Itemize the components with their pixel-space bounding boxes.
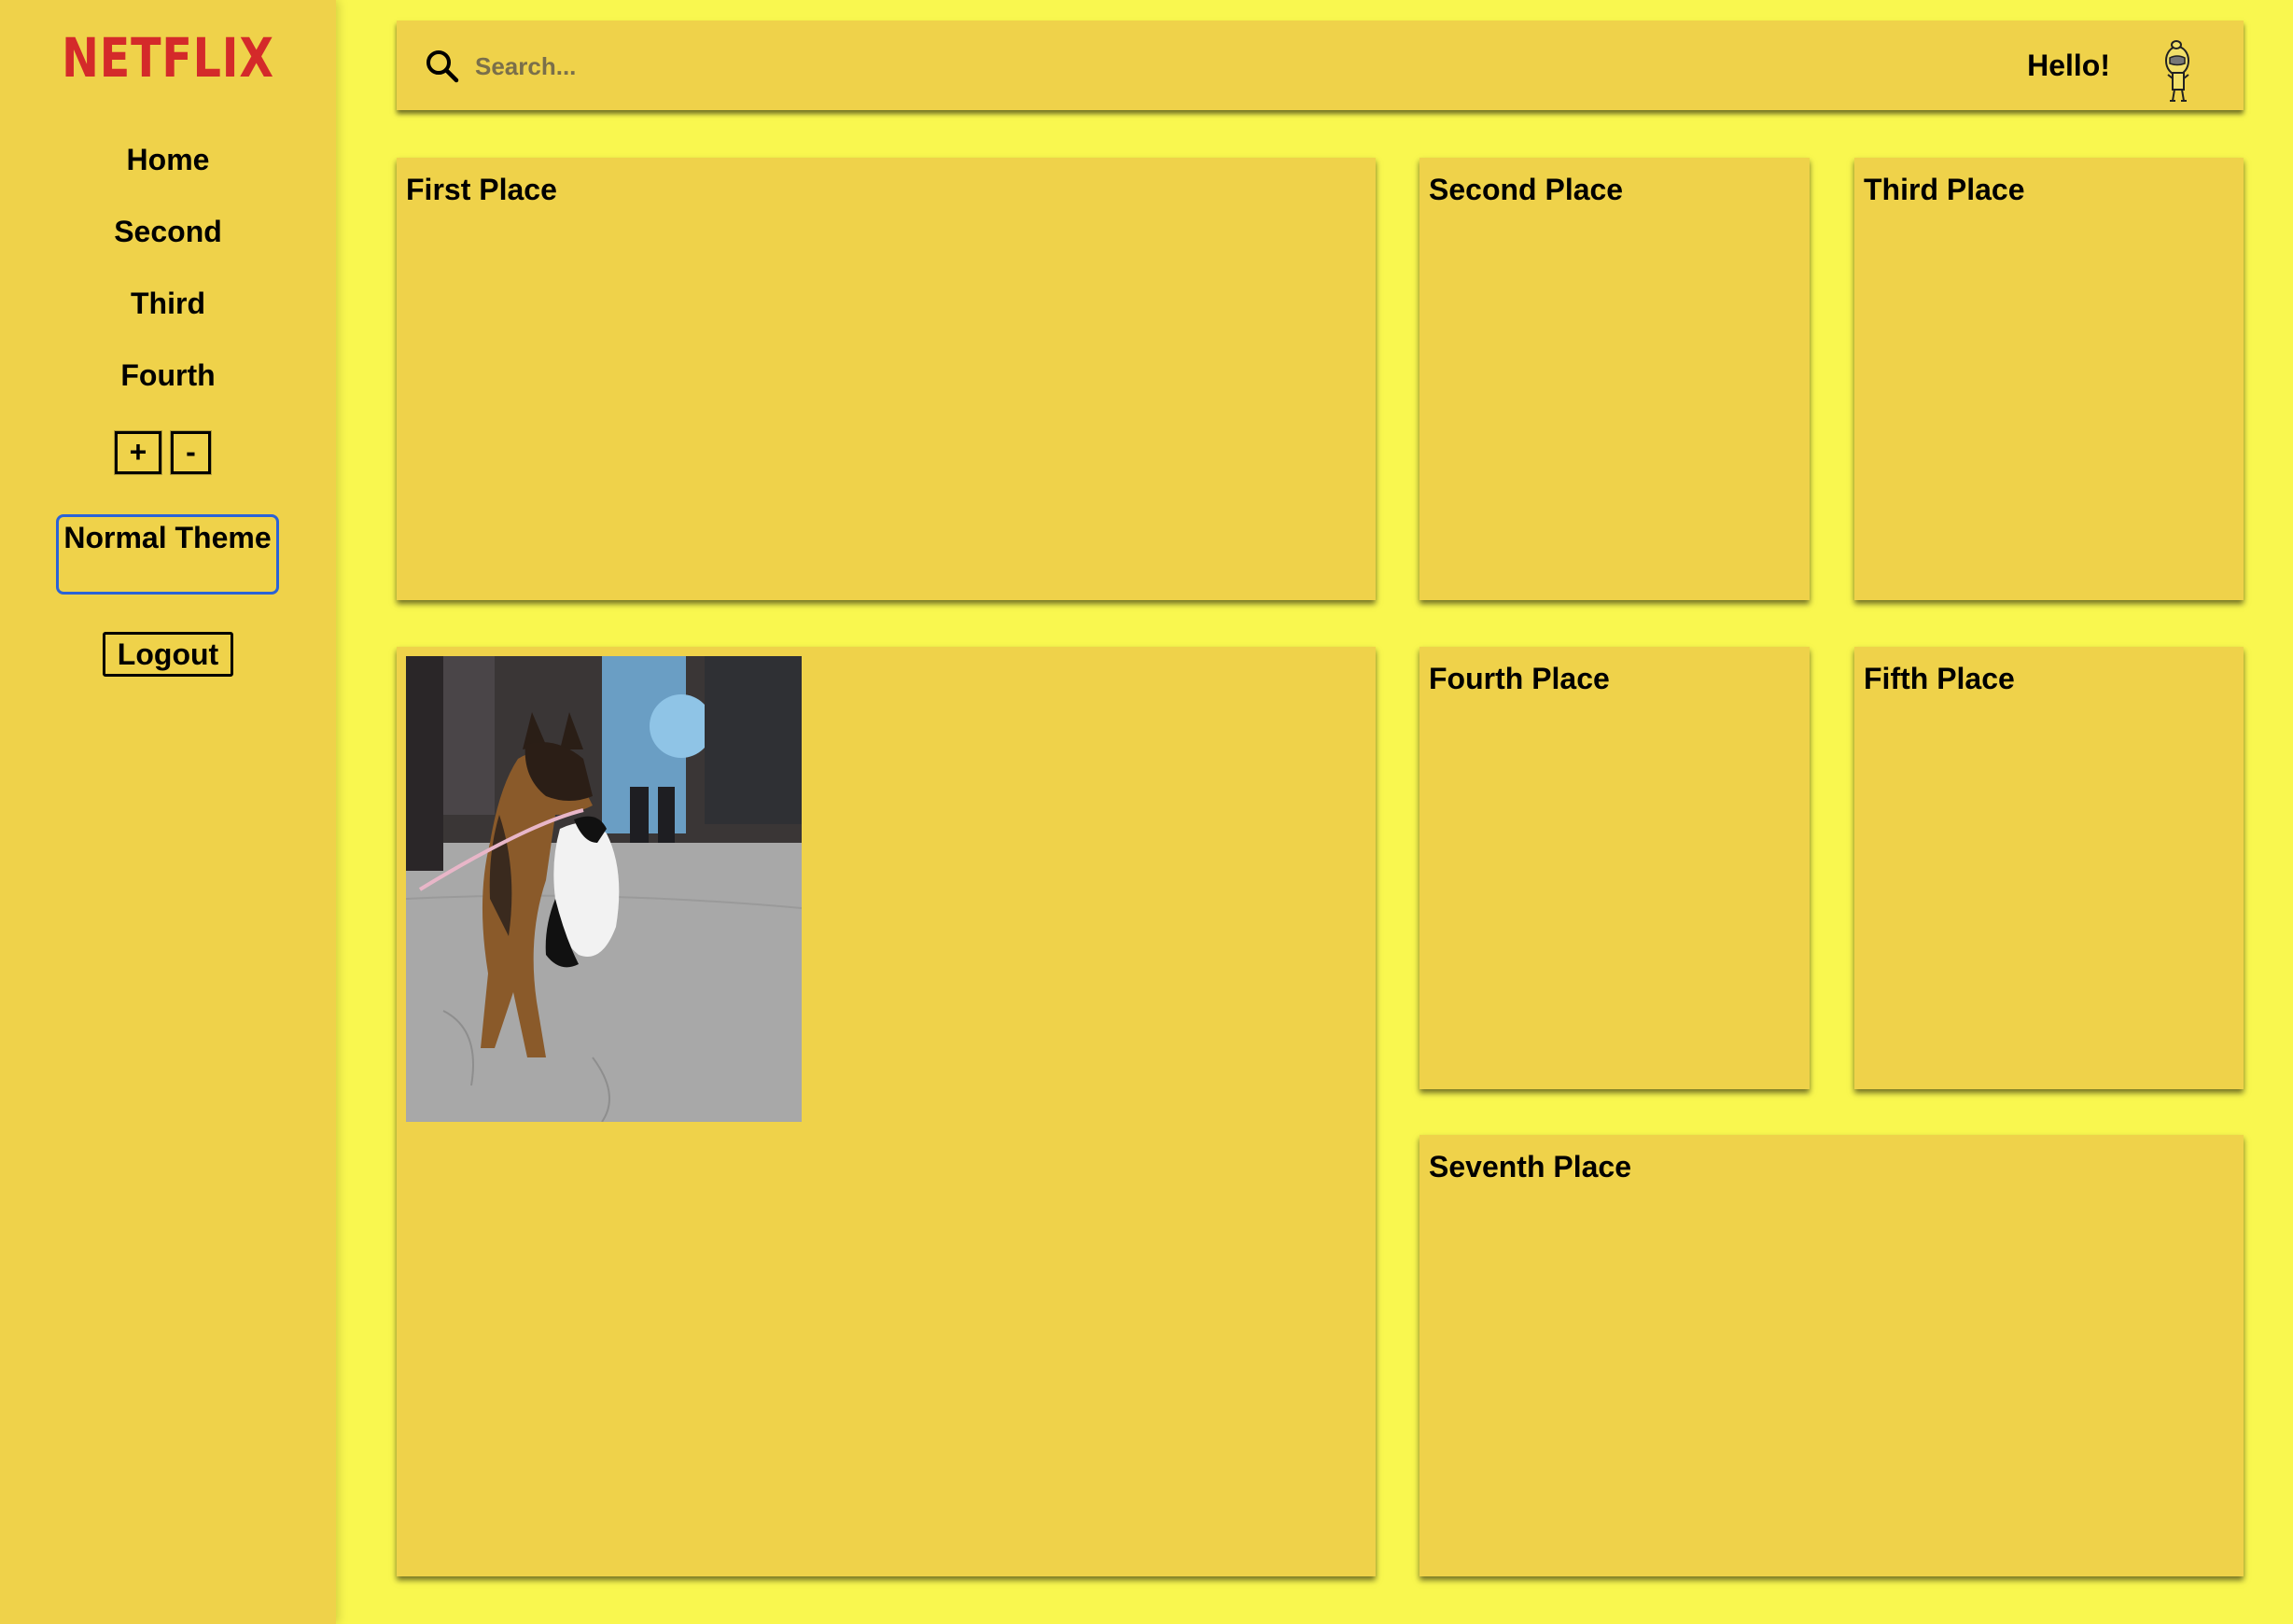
sidebar: NETFLIX Home Second Third Fourth + - Nor… [0, 0, 336, 1624]
nav-item-second[interactable]: Second [0, 215, 336, 249]
card-title: Fifth Place [1864, 662, 2015, 695]
card-fourth-place: Fourth Place [1419, 647, 1810, 1089]
card-title: Second Place [1429, 173, 1624, 206]
nav-item-third[interactable]: Third [0, 287, 336, 321]
card-seventh-place: Seventh Place [1419, 1135, 2244, 1576]
card-second-place: Second Place [1419, 158, 1810, 600]
card-fifth-place: Fifth Place [1854, 647, 2244, 1089]
nav-item-home[interactable]: Home [0, 143, 336, 177]
theme-toggle-button[interactable]: Normal Theme [56, 514, 279, 595]
card-title: Seventh Place [1429, 1150, 1631, 1183]
zoom-out-button[interactable]: - [171, 431, 211, 474]
card-title: First Place [406, 173, 557, 206]
logout-button[interactable]: Logout [103, 632, 233, 677]
logo[interactable]: NETFLIX [30, 26, 305, 90]
search-input[interactable] [473, 43, 1130, 90]
card-photo [397, 647, 1376, 1576]
card-first-place: First Place [397, 158, 1376, 600]
greeting-text: Hello! [2027, 49, 2110, 82]
page: NETFLIX Home Second Third Fourth + - Nor… [0, 0, 2293, 1624]
dog-carrying-cat-photo [406, 656, 802, 1122]
card-third-place: Third Place [1854, 158, 2244, 600]
nav-item-fourth[interactable]: Fourth [0, 358, 336, 393]
zoom-in-button[interactable]: + [115, 431, 161, 474]
card-title: Fourth Place [1429, 662, 1610, 695]
search-icon[interactable] [425, 49, 460, 84]
avatar-icon[interactable] [2153, 37, 2202, 105]
top-bar: Hello! [397, 21, 2244, 110]
card-title: Third Place [1864, 173, 2025, 206]
